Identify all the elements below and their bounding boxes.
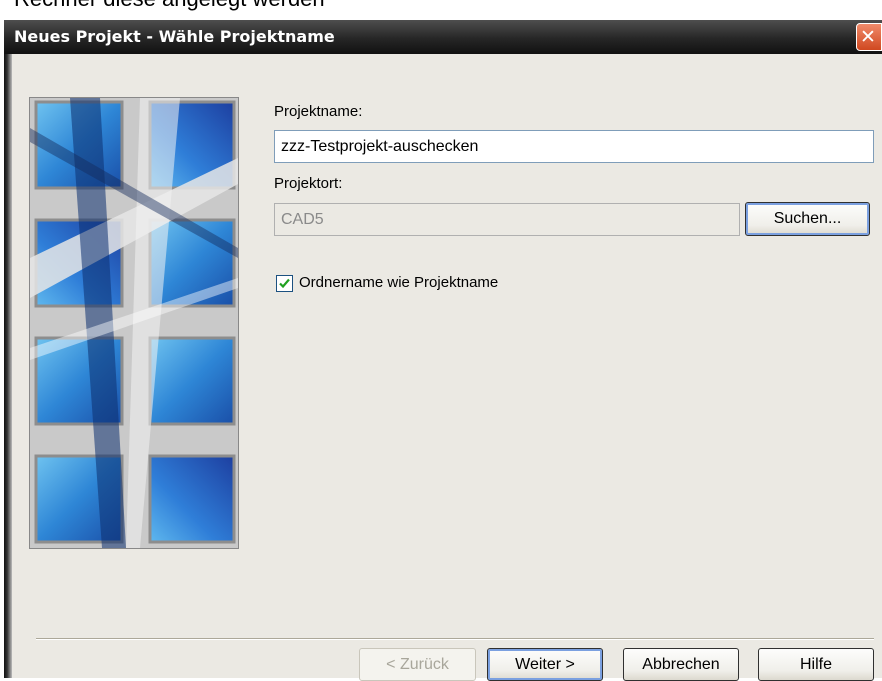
zurueck-button: < Zurück [359, 648, 476, 681]
projektname-input[interactable]: zzz-Testprojekt-auschecken [274, 130, 874, 163]
ordnername-label[interactable]: Ordnername wie Projektname [299, 274, 498, 291]
window-title: Neues Projekt - Wähle Projektname [14, 27, 335, 46]
abbrechen-button-label: Abbrechen [642, 656, 720, 673]
title-bar[interactable]: Neues Projekt - Wähle Projektname ✕ [4, 20, 882, 54]
dialog-content: Projektname: zzz-Testprojekt-auschecken … [12, 54, 882, 681]
ordnername-checkbox[interactable] [276, 275, 293, 292]
separator-line [36, 638, 874, 640]
close-icon: ✕ [860, 26, 876, 48]
background-text: Rechner diese angelegt werden [14, 0, 325, 12]
suchen-button[interactable]: Suchen... [745, 202, 870, 236]
abbrechen-button[interactable]: Abbrechen [623, 648, 739, 681]
zurueck-button-label: < Zurück [386, 656, 449, 673]
projektort-input: CAD5 [274, 203, 740, 236]
weiter-button[interactable]: Weiter > [487, 648, 603, 681]
hilfe-button[interactable]: Hilfe [758, 648, 874, 681]
suchen-button-label: Suchen... [773, 210, 842, 227]
wizard-image [29, 97, 239, 549]
projektname-label: Projektname: [274, 103, 363, 120]
weiter-button-label: Weiter > [515, 656, 575, 673]
close-button[interactable]: ✕ [856, 23, 882, 51]
hilfe-button-label: Hilfe [799, 656, 832, 673]
projektort-label: Projektort: [274, 175, 343, 192]
checkmark-icon [279, 278, 290, 289]
window-frame-left [4, 54, 12, 678]
dialog-window: Neues Projekt - Wähle Projektname ✕ Proj… [4, 20, 882, 681]
